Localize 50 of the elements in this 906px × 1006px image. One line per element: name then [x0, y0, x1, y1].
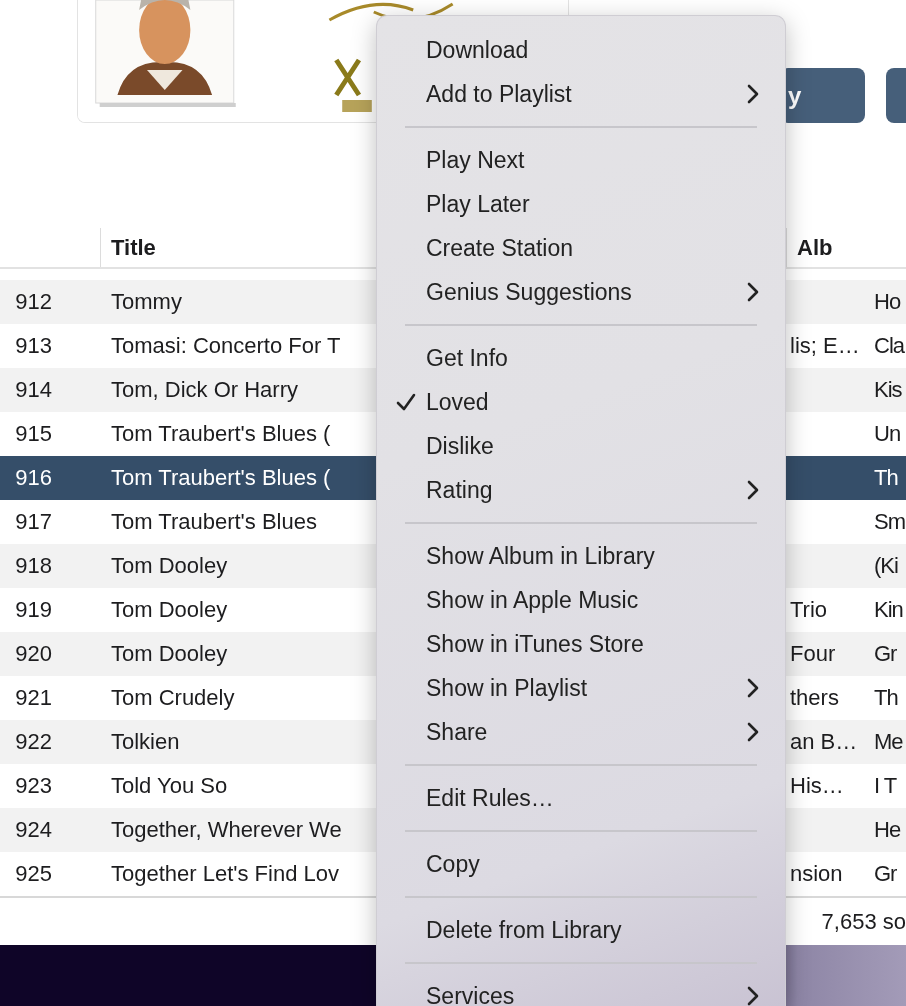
table-cell-text: Un: [874, 421, 902, 447]
table-cell-text: 918: [14, 553, 52, 579]
table-cell-text: 916: [14, 465, 52, 491]
table-cell-text: Tom Dooley: [111, 597, 229, 623]
song-count: 7,653 so: [821, 908, 906, 935]
table-cell-text: 913: [14, 333, 52, 359]
table-cell-text: Ho: [874, 289, 902, 315]
table-cell: Sm: [874, 509, 906, 535]
table-cell-text: (Ki: [874, 553, 899, 579]
table-cell-text: Together Let's Find Lov: [111, 861, 340, 887]
table-cell-text: Kis: [874, 377, 903, 403]
table-cell-text: 915: [14, 421, 52, 447]
table-cell-text: Gr: [874, 641, 898, 667]
table-cell-text: 923: [14, 773, 52, 799]
table-cell-text: thers: [790, 685, 840, 711]
table-cell-text: Gr: [874, 861, 898, 887]
table-cell-text: Tom, Dick Or Harry: [111, 377, 299, 403]
table-cell-text: Th: [874, 465, 899, 491]
table-cell-text: Kin: [874, 597, 904, 623]
table-cell-text: Four: [790, 641, 837, 667]
table-cell-text: Tom Traubert's Blues (: [111, 421, 332, 447]
table-cell-text: 912: [14, 289, 52, 315]
table-cell-text: Me: [874, 729, 904, 755]
table-cell-text: Told You So: [111, 773, 229, 799]
table-cell-text: 919: [14, 597, 52, 623]
table-cell-text: Tom Dooley: [111, 553, 229, 579]
table-cell-text: Tom Traubert's Blues: [111, 509, 318, 535]
table-cell-text: 920: [14, 641, 52, 667]
table-cell-text: 922: [14, 729, 52, 755]
table-cell-text: lis; E…: [790, 333, 861, 359]
table-cell-text: He: [874, 817, 902, 843]
table-cell-text: an B…: [790, 729, 859, 755]
table-cell-text: nsion: [790, 861, 844, 887]
table-cell: Cla: [874, 333, 906, 359]
table-cell-text: Tom Traubert's Blues (: [111, 465, 332, 491]
table-cell-text: 914: [14, 377, 52, 403]
table-cell-text: 925: [14, 861, 52, 887]
table-cell-text: Trio: [790, 597, 829, 623]
table-cell-text: His…: [790, 773, 845, 799]
table-cell-text: Tom Dooley: [111, 641, 229, 667]
table-cell-text: Th: [874, 685, 899, 711]
table-cell-text: Tolkien: [111, 729, 181, 755]
table-cell-text: Tommy: [111, 289, 183, 315]
table-cell-text: 924: [14, 817, 52, 843]
table-cell-text: Tomasi: Concerto For T: [111, 333, 342, 359]
table-cell-text: Together, Wherever We: [111, 817, 343, 843]
table-cell-text: Tom Crudely: [111, 685, 236, 711]
table-cell-text: 921: [14, 685, 52, 711]
table-cell-text: 917: [14, 509, 52, 535]
table-cell-text: I T: [874, 773, 898, 799]
